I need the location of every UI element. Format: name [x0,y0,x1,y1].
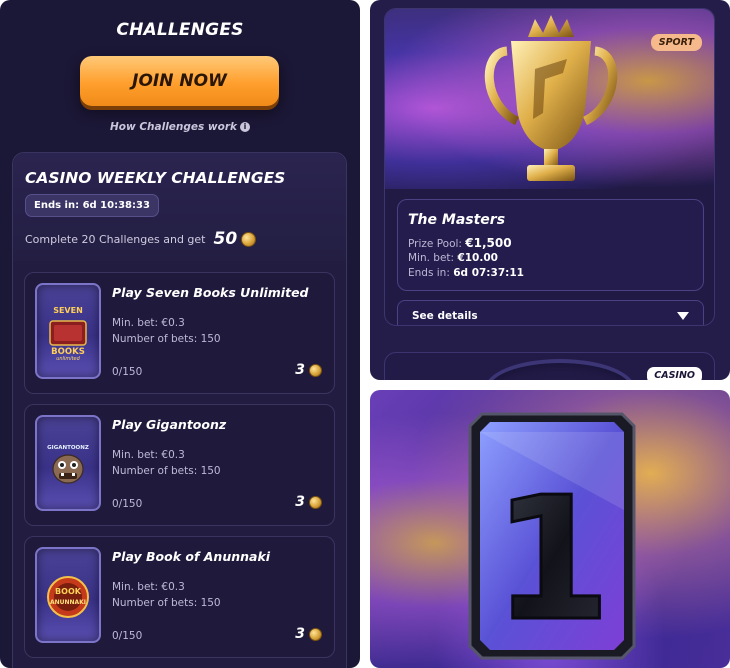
how-challenges-work-link[interactable]: How Challenges work i [0,121,360,133]
casino-tournament-card-peek[interactable]: CASINO [384,352,715,380]
challenge-min-bet: Min. bet: €0.3 [112,581,185,593]
challenge-reward: 3 [295,626,322,642]
challenge-min-bet: Min. bet: €0.3 [112,317,185,329]
challenge-progress: 0/150 [112,366,143,378]
thumb-text-1: GIGANTOONZ [47,445,89,451]
number-one-card-artwork: 1 [468,412,636,661]
challenge-card[interactable]: BOOK ANUNNAKI Play Book of Anunnaki Min.… [24,536,335,658]
coin-icon [241,231,257,247]
see-details-button[interactable]: See details [397,300,704,325]
challenge-reward: 3 [295,362,322,378]
game-thumbnail-book-of-anunnaki: BOOK ANUNNAKI [35,547,101,643]
challenge-progress: 0/150 [112,498,143,510]
tournament-name: The Masters [408,212,506,228]
challenge-reward-amount: 3 [295,362,305,378]
challenges-title: CHALLENGES [116,20,244,40]
challenge-card[interactable]: GIGANTOONZ Play Gigantoonz Min. bet: €0.… [24,404,335,526]
prize-pool-value: €1,500 [465,236,512,250]
challenge-reward-amount: 3 [295,494,305,510]
challenge-min-bet: Min. bet: €0.3 [112,449,185,461]
game-thumbnail-gigantoonz: GIGANTOONZ [35,415,101,511]
thumb-text-3: unlimited [56,356,80,361]
prize-pool-label: Prize Pool: [408,238,462,250]
ends-in-value: 6d 07:37:11 [453,267,524,279]
thumb-text-1: BOOK [55,587,82,596]
how-challenges-work-label: How Challenges work [109,121,238,133]
ends-in-badge: Ends in: 6d 10:38:33 [25,194,159,217]
ends-in-row: Ends in: 6d 07:37:11 [408,267,524,279]
weekly-reward-text: Complete 20 Challenges and get [25,232,206,246]
ends-in-label: Ends in: [408,267,450,279]
info-icon: i [240,122,251,132]
min-bet-value: €10.00 [457,252,498,264]
challenges-panel: CHALLENGES JOIN NOW How Challenges work i… [0,0,360,668]
casino-badge: CASINO [647,367,702,380]
challenge-card[interactable]: SEVEN BOOKS unlimited Play Seven Books U… [24,272,335,394]
prize-pool-row: Prize Pool: €1,500 [408,236,512,250]
challenge-progress: 0/150 [112,630,143,642]
book-of-anunnaki-logo: BOOK ANUNNAKI [47,576,89,618]
challenge-reward-amount: 3 [295,626,305,642]
sport-badge: SPORT [650,34,702,51]
seven-books-logo: SEVEN BOOKS unlimited [49,306,87,361]
weekly-reward-line: Complete 20 Challenges and get 50 [25,229,345,249]
coin-icon [309,495,322,509]
thumb-text-1: SEVEN [53,306,83,315]
challenge-number-of-bets: Number of bets: 150 [112,597,221,609]
tournament-panel: SPORT The Masters Prize Pool: €1,500 Min… [370,0,730,380]
weekly-challenges-title: CASINO WEEKLY CHALLENGES [25,169,286,187]
min-bet-row: Min. bet: €10.00 [408,252,498,264]
challenge-number-of-bets: Number of bets: 150 [112,333,221,345]
weekly-challenges-header: CASINO WEEKLY CHALLENGES Ends in: 6d 10:… [13,153,346,261]
game-thumbnail-seven-books: SEVEN BOOKS unlimited [35,283,101,379]
challenge-title: Play Book of Anunnaki [112,549,271,564]
gigantoonz-logo: GIGANTOONZ [47,445,89,484]
promo-artwork-panel: 1 [370,390,730,668]
tournament-card[interactable]: SPORT The Masters Prize Pool: €1,500 Min… [384,8,715,326]
thumb-text-2: ANUNNAKI [50,599,86,606]
challenge-reward: 3 [295,494,322,510]
casino-card-artwork [485,359,635,380]
tournament-artwork: SPORT [385,9,714,189]
coin-icon [309,627,322,641]
promo-number: 1 [493,461,611,659]
coin-icon [309,363,322,377]
chevron-down-icon [677,312,689,320]
join-now-button[interactable]: JOIN NOW [80,56,279,106]
tournament-info-box: The Masters Prize Pool: €1,500 Min. bet:… [397,199,704,291]
weekly-reward-amount: 50 [213,229,238,249]
min-bet-label: Min. bet: [408,252,455,264]
see-details-label: See details [412,310,478,322]
challenge-title: Play Gigantoonz [112,417,227,432]
challenge-title: Play Seven Books Unlimited [112,285,309,300]
challenge-number-of-bets: Number of bets: 150 [112,465,221,477]
